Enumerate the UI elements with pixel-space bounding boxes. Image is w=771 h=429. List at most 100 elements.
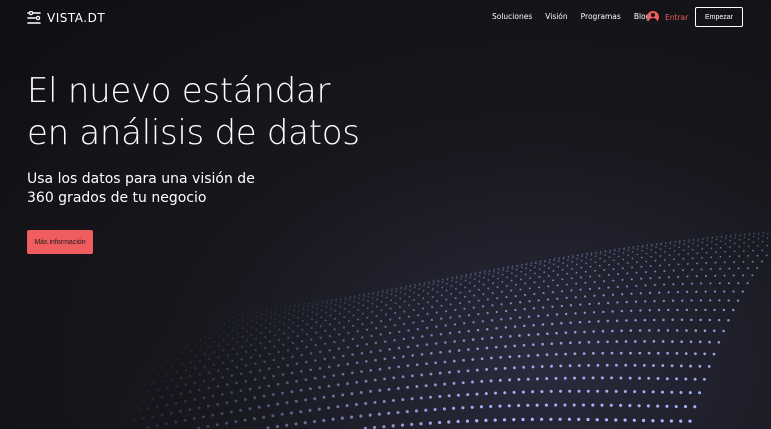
particle-dot xyxy=(426,312,429,316)
particle-dot xyxy=(569,304,573,307)
particle-dot xyxy=(457,370,461,373)
particle-dot xyxy=(486,298,489,301)
particle-dot xyxy=(295,362,299,365)
particle-dot xyxy=(568,364,572,368)
top-navigation-bar: VISTA.DT Soluciones Visión Programas Blo… xyxy=(0,0,771,36)
particle-dot xyxy=(728,255,731,258)
particle-dot xyxy=(616,285,619,289)
particle-dot xyxy=(496,277,499,280)
particle-dot xyxy=(403,300,406,303)
particle-dot xyxy=(727,319,730,322)
particle-dot xyxy=(165,386,169,390)
particle-dot xyxy=(623,248,625,250)
particle-dot xyxy=(242,320,244,323)
particle-dot xyxy=(217,356,220,359)
nav-item-programas[interactable]: Programas xyxy=(581,12,621,21)
particle-dot xyxy=(651,243,653,245)
particle-dot xyxy=(392,356,396,360)
particle-dot xyxy=(347,320,350,323)
particle-dot xyxy=(522,343,526,347)
particle-dot xyxy=(207,386,211,390)
particle-dot xyxy=(234,307,235,308)
particle-dot xyxy=(444,341,447,344)
particle-dot xyxy=(265,314,268,317)
particle-dot xyxy=(548,267,550,269)
particle-dot xyxy=(314,359,317,362)
particle-dot xyxy=(387,290,389,293)
particle-dot xyxy=(375,327,378,330)
particle-dot xyxy=(580,259,583,262)
particle-dot xyxy=(567,259,569,261)
particle-dot xyxy=(212,351,216,354)
particle-dot xyxy=(307,305,309,308)
particle-dot xyxy=(767,233,769,235)
particle-dot xyxy=(181,341,184,344)
nav-item-vision[interactable]: Visión xyxy=(545,12,567,21)
particle-dot xyxy=(753,235,755,238)
particle-dot xyxy=(336,383,340,387)
particle-dot xyxy=(234,399,238,403)
particle-dot xyxy=(398,305,401,309)
more-info-button[interactable]: Más información xyxy=(27,230,93,254)
particle-dot xyxy=(238,310,240,312)
particle-dot xyxy=(167,338,169,340)
particle-dot xyxy=(327,384,331,388)
particle-dot xyxy=(216,385,220,388)
brand-logo[interactable]: VISTA.DT xyxy=(27,10,105,26)
particle-dot xyxy=(270,311,272,314)
login-link[interactable]: Entrar xyxy=(647,10,688,24)
particle-dot xyxy=(424,284,426,286)
particle-dot xyxy=(586,417,590,422)
particle-dot xyxy=(618,248,621,250)
particle-dot xyxy=(738,255,740,258)
particle-dot xyxy=(583,330,586,334)
particle-dot xyxy=(570,277,573,280)
particle-dot xyxy=(620,329,623,333)
particle-dot xyxy=(452,406,456,410)
particle-dot xyxy=(479,271,481,274)
particle-dot xyxy=(350,371,354,375)
particle-dot xyxy=(592,352,595,355)
particle-dot xyxy=(402,337,406,341)
particle-dot xyxy=(174,420,178,424)
particle-dot xyxy=(237,318,240,321)
particle-dot xyxy=(577,364,581,367)
particle-dot xyxy=(533,281,536,284)
particle-dot xyxy=(687,245,690,248)
particle-dot xyxy=(684,352,688,355)
particle-dot xyxy=(334,304,337,306)
particle-dot xyxy=(709,299,712,302)
particle-dot xyxy=(546,314,549,317)
particle-dot xyxy=(569,321,572,324)
particle-dot xyxy=(473,285,476,287)
particle-dot xyxy=(265,310,268,312)
particle-dot xyxy=(398,316,401,320)
particle-dot xyxy=(390,289,393,292)
particle-dot xyxy=(468,300,471,303)
particle-dot xyxy=(658,291,661,294)
particle-dot xyxy=(269,330,272,333)
particle-dot xyxy=(441,281,444,284)
particle-dot xyxy=(439,351,442,354)
particle-dot xyxy=(519,301,522,304)
particle-dot xyxy=(469,276,472,279)
particle-dot xyxy=(647,376,651,380)
particle-dot xyxy=(523,324,526,328)
particle-dot xyxy=(268,352,271,356)
particle-dot xyxy=(556,284,559,287)
particle-dot xyxy=(230,391,234,394)
particle-dot xyxy=(283,311,286,314)
particle-dot xyxy=(628,376,632,380)
particle-dot xyxy=(470,275,472,277)
nav-item-soluciones[interactable]: Soluciones xyxy=(492,12,532,21)
particle-dot xyxy=(581,255,583,257)
particle-dot xyxy=(766,237,769,240)
particle-dot xyxy=(495,310,498,314)
start-button[interactable]: Empezar xyxy=(695,7,743,27)
particle-dot xyxy=(322,395,326,399)
particle-dot xyxy=(675,352,679,355)
particle-dot xyxy=(602,294,605,297)
particle-dot xyxy=(415,385,419,388)
particle-dot xyxy=(538,268,541,271)
particle-dot xyxy=(525,267,527,270)
